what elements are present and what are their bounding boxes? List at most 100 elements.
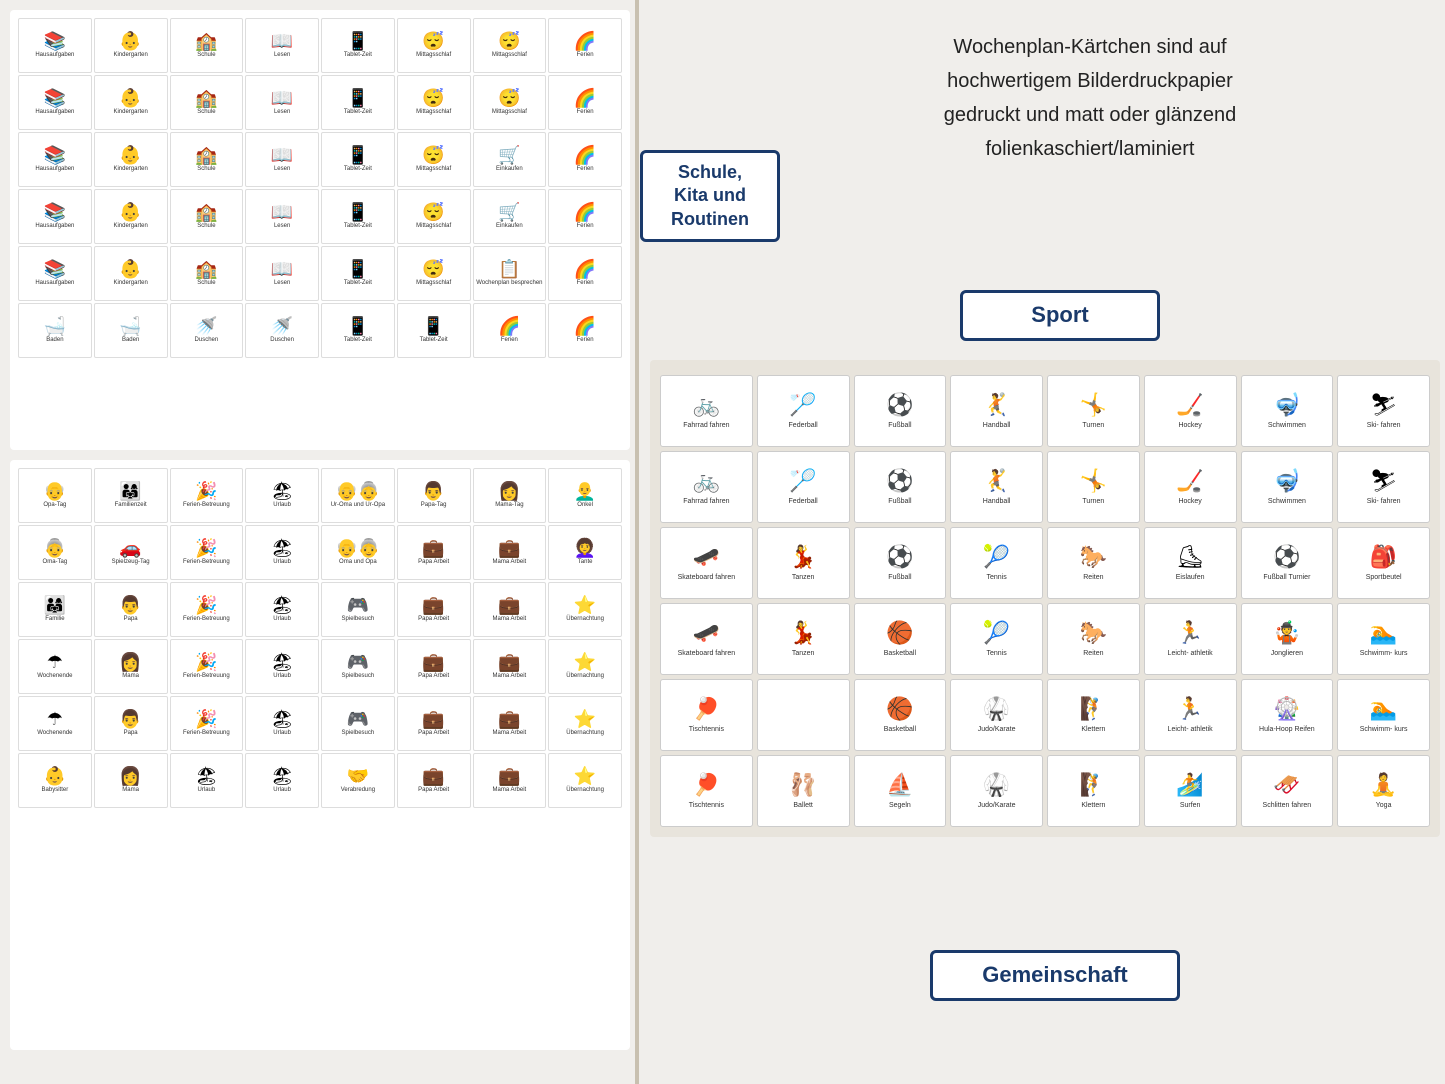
sport-label: Sport (983, 301, 1137, 330)
card-icon: 🏖 (195, 767, 218, 785)
sport-card-label: Tischtennis (689, 725, 724, 734)
card-label: Urlaub (273, 673, 291, 680)
card-icon: 📚 (44, 146, 66, 164)
sport-card-item: ⚽Fußball (854, 375, 947, 447)
sport-icon: 💃 (789, 620, 816, 646)
sport-card-item: 💃Tanzen (757, 527, 850, 599)
card-icon: 🏫 (195, 203, 217, 221)
sport-card-item: 🩰Ballett (757, 755, 850, 827)
card-label: Lesen (274, 280, 290, 287)
top-card-item: 🚿Duschen (245, 303, 319, 358)
sport-card-item: ⛷ Ski- fahren (1337, 451, 1430, 523)
sport-icon: 🎾 (983, 544, 1010, 570)
card-label: Tablet-Zeit (344, 166, 372, 173)
sport-icon: ⛷ (1370, 468, 1398, 494)
card-label: Urlaub (198, 787, 216, 794)
top-card-item: 📱Tablet-Zeit (321, 132, 395, 187)
sport-card-label: Judo/Karate (978, 801, 1016, 810)
bottom-card-item: 🏖Urlaub (245, 753, 319, 808)
card-label: Übernachtung (566, 616, 604, 623)
card-label: Übernachtung (566, 787, 604, 794)
card-label: Spielzeug-Tag (112, 559, 150, 566)
card-icon: 🏫 (195, 146, 217, 164)
top-card-item: 😴Mittagsschlaf (473, 75, 547, 130)
card-label: Duschen (195, 337, 219, 344)
card-icon: 🌈 (574, 260, 596, 278)
top-card-item: 😴Mittagsschlaf (397, 189, 471, 244)
sport-icon: 🎡 (1273, 696, 1300, 722)
card-icon: 🤝 (347, 767, 369, 785)
bottom-card-item: 👨Papa (94, 582, 168, 637)
card-label: Tablet-Zeit (344, 337, 372, 344)
sport-icon: 🏊 (1370, 620, 1397, 646)
card-icon: ⭐ (574, 653, 596, 671)
card-icon: 🚗 (119, 539, 141, 557)
schule-label: Schule,Kita undRoutinen (663, 161, 757, 231)
card-icon: ☂ (47, 653, 63, 671)
sport-card-item: 🏒Hockey (1144, 451, 1237, 523)
card-icon: ⭐ (574, 710, 596, 728)
sport-card-item: ⚽Fußball (854, 527, 947, 599)
card-label: Mittagsschlaf (416, 223, 451, 230)
bottom-card-item: 🤝Verabredung (321, 753, 395, 808)
sport-card-item: 🏒 Hockey (1144, 375, 1237, 447)
card-icon: 🏖 (271, 710, 294, 728)
card-label: Mittagsschlaf (492, 52, 527, 59)
sport-card-label: Skateboard fahren (678, 649, 736, 658)
card-icon: 🛒 (498, 203, 520, 221)
sport-icon: ⛵ (886, 772, 913, 798)
sport-card-item: 🤾Handball (950, 375, 1043, 447)
bottom-card-item: 👶Babysitter (18, 753, 92, 808)
gemeinschaft-label: Gemeinschaft (953, 961, 1157, 990)
sport-card-label: Reiten (1083, 573, 1103, 582)
sport-section: 🚲Fahrrad fahren🏸Federball⚽Fußball🤾Handba… (650, 360, 1440, 837)
sport-card-item: 🛷Schlitten fahren (1241, 755, 1334, 827)
card-label: Ferien-Betreuung (183, 730, 230, 737)
sport-icon: 🎾 (983, 620, 1010, 646)
sport-card-label: Basketball (884, 649, 916, 658)
sport-card-item: 🏀Basketball (854, 679, 947, 751)
bottom-card-item: 👩‍🦱Tante (548, 525, 622, 580)
sport-card-item: 💃Tanzen (757, 603, 850, 675)
sport-card-item: 🎒Sportbeutel (1337, 527, 1430, 599)
sport-card-label: Eislaufen (1176, 573, 1205, 582)
card-label: Ferien (577, 223, 594, 230)
card-label: Kindergarten (113, 280, 147, 287)
card-label: Baden (122, 337, 139, 344)
sport-card-item: 🚲Fahrrad fahren (660, 375, 753, 447)
card-label: Hausaufgaben (35, 280, 74, 287)
card-icon: 👴 (44, 482, 66, 500)
sport-card-item: 🧘Yoga (1337, 755, 1430, 827)
sport-icon: 🤸 (1080, 392, 1107, 418)
sport-icon: 🤾 (983, 468, 1010, 494)
bottom-card-item: 💼Mama Arbeit (473, 525, 547, 580)
top-card-item: 🛒Einkaufen (473, 189, 547, 244)
sport-card-label: Schlitten fahren (1263, 801, 1312, 810)
sport-icon: 🐎 (1080, 544, 1107, 570)
bottom-card-item: 💼Papa Arbeit (397, 696, 471, 751)
top-card-item: 📱Tablet-Zeit (321, 246, 395, 301)
card-label: Urlaub (273, 559, 291, 566)
top-card-item: 😴Mittagsschlaf (397, 18, 471, 73)
sport-card-label: Ballett (793, 801, 812, 810)
bottom-card-item: 🎮Spielbesuch (321, 639, 395, 694)
sport-icon: 🏒 (1176, 392, 1203, 418)
bottom-card-item: 🏖Urlaub (245, 582, 319, 637)
sport-card-label: Ski- fahren (1367, 497, 1401, 506)
bottom-card-grid: 👴Opa-Tag👨‍👩‍👧Familienzeit🎉Ferien-Betreuu… (18, 468, 622, 808)
top-card-item: 👶Kindergarten (94, 75, 168, 130)
card-icon: 🏖 (271, 767, 294, 785)
sport-card-item: 🏸Federball (757, 375, 850, 447)
top-card-item: 📖Lesen (245, 132, 319, 187)
sport-card-item: 🏃Leicht- athletik (1144, 603, 1237, 675)
card-icon: 😴 (422, 260, 444, 278)
card-label: Kindergarten (113, 52, 147, 59)
card-label: Familienzeit (115, 502, 147, 509)
top-card-item: 😴Mittagsschlaf (397, 132, 471, 187)
bottom-card-item: 💼Mama Arbeit (473, 639, 547, 694)
top-card-item: 🚿Duschen (170, 303, 244, 358)
sport-card-label: Reiten (1083, 649, 1103, 658)
card-icon: 🎮 (347, 710, 369, 728)
sport-card-item: 🛹Skateboard fahren (660, 603, 753, 675)
sport-card-label: Hockey (1178, 421, 1201, 430)
